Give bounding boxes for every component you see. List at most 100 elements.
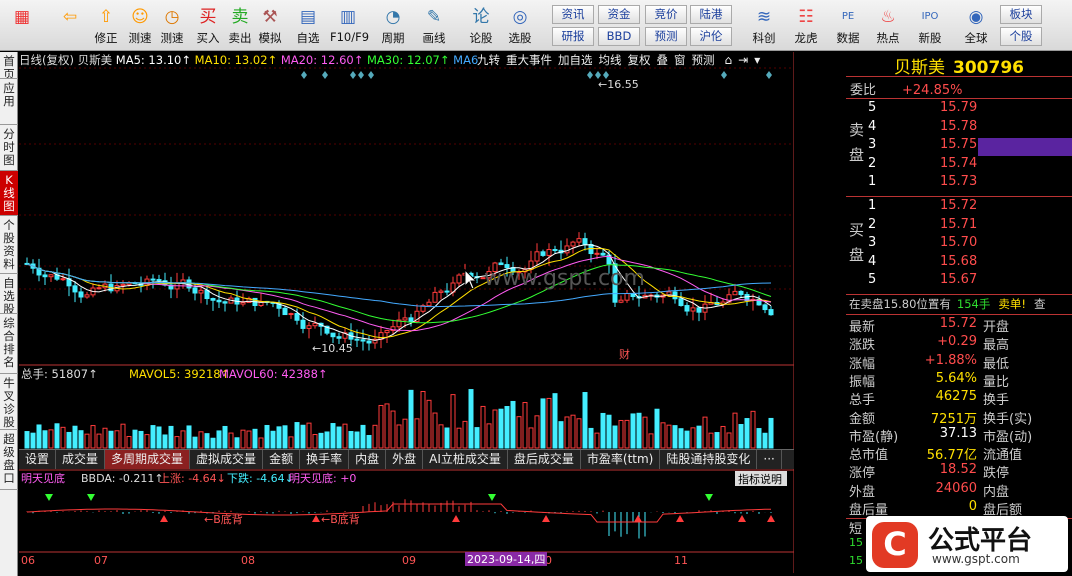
stat-row: 涨幅 +1.88% 最低: [849, 353, 1072, 372]
volume-tab[interactable]: 市盈率(ttm): [581, 450, 661, 469]
stat-value: 56.77亿: [926, 448, 977, 464]
left-tab-1[interactable]: 应用: [0, 79, 18, 125]
b-divergence-label: ←B底背: [321, 512, 360, 526]
event-marker-icon[interactable]: [358, 71, 364, 79]
volume-tab[interactable]: 设置: [19, 450, 57, 469]
sell-level-row[interactable]: 5 15.79: [868, 100, 978, 118]
kline-chart[interactable]: 16.8915.1913.5012.3211.81←16.55←10.45财ww…: [19, 52, 794, 573]
toolbar-button-1[interactable]: ⇦: [52, 2, 88, 49]
left-tab-2[interactable]: 分时图: [0, 125, 18, 171]
toolbar-button-11[interactable]: ✎ 画线: [416, 2, 452, 49]
toolbar-button-19[interactable]: ◉ 全球: [958, 2, 994, 49]
back-arrow-icon: ⇦: [62, 7, 78, 27]
volume-bar: [660, 422, 666, 449]
volume-tab[interactable]: 换手率: [300, 450, 350, 469]
candle-body: [738, 290, 744, 296]
toolbar-button-4[interactable]: ◷ 测速: [154, 2, 190, 49]
toolbar-button-10[interactable]: ◔ 周期: [375, 2, 411, 49]
left-tab-3[interactable]: K线图: [0, 171, 18, 216]
volume-bar: [156, 426, 162, 449]
toolbar-button-0[interactable]: ▦: [4, 2, 40, 49]
toolbar-small-button[interactable]: 预测: [645, 27, 687, 46]
left-tab-4[interactable]: 个股资料: [0, 216, 18, 274]
toolbar-button-8[interactable]: ▤ 自选: [290, 2, 326, 49]
toolbar-button-16[interactable]: PE 数据: [830, 2, 866, 49]
toolbar-button-5[interactable]: 买买入: [190, 2, 226, 49]
buy-level-row[interactable]: 4 15.68: [868, 254, 978, 272]
volume-tab[interactable]: 陆股通持股变化: [660, 450, 758, 469]
home-grid-icon: ▦: [13, 7, 31, 27]
level-index: 5: [868, 100, 877, 115]
event-marker-icon[interactable]: [766, 71, 772, 79]
toolbar-button-14[interactable]: ≋ 科创: [746, 2, 782, 49]
toolbar-button-9[interactable]: ▥ F10/F9: [330, 2, 369, 49]
candle-body: [600, 252, 606, 256]
high-price-label: ←16.55: [598, 78, 639, 91]
volume-bar: [456, 427, 462, 449]
volume-tab[interactable]: 盘后成交量: [508, 450, 581, 469]
toolbar-button-17[interactable]: ♨ 热点: [870, 2, 906, 49]
toolbar-button-18[interactable]: IPO 新股: [912, 2, 948, 49]
volume-bar: [168, 425, 174, 449]
buy-level-row[interactable]: 3 15.70: [868, 235, 978, 253]
volume-bar: [744, 418, 750, 449]
volume-tab[interactable]: 金额: [263, 450, 301, 469]
sell-level-row[interactable]: 3 15.75: [868, 137, 978, 155]
buy-level-row[interactable]: 2 15.71: [868, 217, 978, 235]
toolbar-small-button[interactable]: 陆港: [690, 5, 732, 24]
left-tab-5[interactable]: 自选股: [0, 274, 18, 314]
event-marker-icon[interactable]: [587, 71, 593, 79]
toolbar-button-7[interactable]: ⚒ 模拟: [252, 2, 288, 49]
toolbar-button-label: 模拟: [258, 31, 282, 45]
level-index: 2: [868, 216, 877, 232]
candle-body: [360, 339, 366, 342]
toolbar-small-button[interactable]: BBD: [598, 27, 640, 46]
event-marker-icon[interactable]: [301, 71, 307, 79]
buy-level-row[interactable]: 5 15.67: [868, 272, 978, 290]
toolbar-small-button[interactable]: 个股: [1000, 27, 1042, 46]
toolbar-small-button[interactable]: 资讯: [552, 5, 594, 24]
volume-tab[interactable]: 内盘: [349, 450, 387, 469]
sell-level-row[interactable]: 4 15.78: [868, 119, 978, 137]
left-tab-8[interactable]: 超级盘口: [0, 430, 18, 490]
event-marker-icon[interactable]: [721, 71, 727, 79]
toolbar-button-15[interactable]: ☷ 龙虎: [788, 2, 824, 49]
event-marker-icon[interactable]: [368, 71, 374, 79]
notice-more[interactable]: 查: [1034, 297, 1046, 311]
toolbar-button-12[interactable]: 论论股: [463, 2, 499, 49]
toolbar-small-button[interactable]: 研报: [552, 27, 594, 46]
volume-tab[interactable]: ···: [757, 450, 782, 469]
toolbar-button-label: 新股: [918, 31, 942, 45]
toolbar-button-13[interactable]: ◎ 选股: [502, 2, 538, 49]
down-label: 下跌: -4.64↓: [227, 471, 294, 485]
candle-body: [678, 298, 684, 307]
volume-bar: [162, 434, 168, 449]
stat-label: 涨幅: [849, 356, 876, 372]
toolbar-button-3[interactable]: ☺ 测速: [122, 2, 158, 49]
month-tick: 09: [402, 554, 416, 567]
sell-level-row[interactable]: 2 15.74: [868, 156, 978, 174]
left-tab-7[interactable]: 牛叉诊股: [0, 374, 18, 430]
event-marker-icon[interactable]: [322, 71, 328, 79]
toolbar-small-button[interactable]: 沪伦: [690, 27, 732, 46]
toolbar-small-button[interactable]: 资金: [598, 5, 640, 24]
left-tab-6[interactable]: 综合排名: [0, 314, 18, 374]
volume-tab[interactable]: 多周期成交量: [105, 450, 191, 469]
notice-volume: 154手: [956, 297, 991, 311]
toolbar-small-button[interactable]: 竞价: [645, 5, 687, 24]
volume-bar: [336, 426, 342, 449]
stat-row: 振幅 5.64% 量比: [849, 371, 1072, 390]
toolbar-small-button[interactable]: 板块: [1000, 5, 1042, 24]
volume-tab[interactable]: 外盘: [386, 450, 424, 469]
chart-area[interactable]: 日线(复权) 贝斯美 MA5: 13.10↑ MA10: 13.02↑ MA20…: [19, 52, 794, 573]
volume-tab[interactable]: 虚拟成交量: [190, 450, 264, 469]
volume-bar: [768, 417, 774, 449]
event-marker-icon[interactable]: [350, 71, 356, 79]
volume-tab[interactable]: AI立桩成交量: [423, 450, 508, 469]
volume-tab[interactable]: 成交量: [56, 450, 106, 469]
left-tab-0[interactable]: 首页: [0, 52, 18, 79]
gspt-logo: C 公式平台 www.gspt.com: [866, 516, 1068, 572]
toolbar-button-2[interactable]: ⇧ 修正: [88, 2, 124, 49]
sell-level-row[interactable]: 1 15.73: [868, 174, 978, 192]
buy-level-row[interactable]: 1 15.72: [868, 198, 978, 216]
